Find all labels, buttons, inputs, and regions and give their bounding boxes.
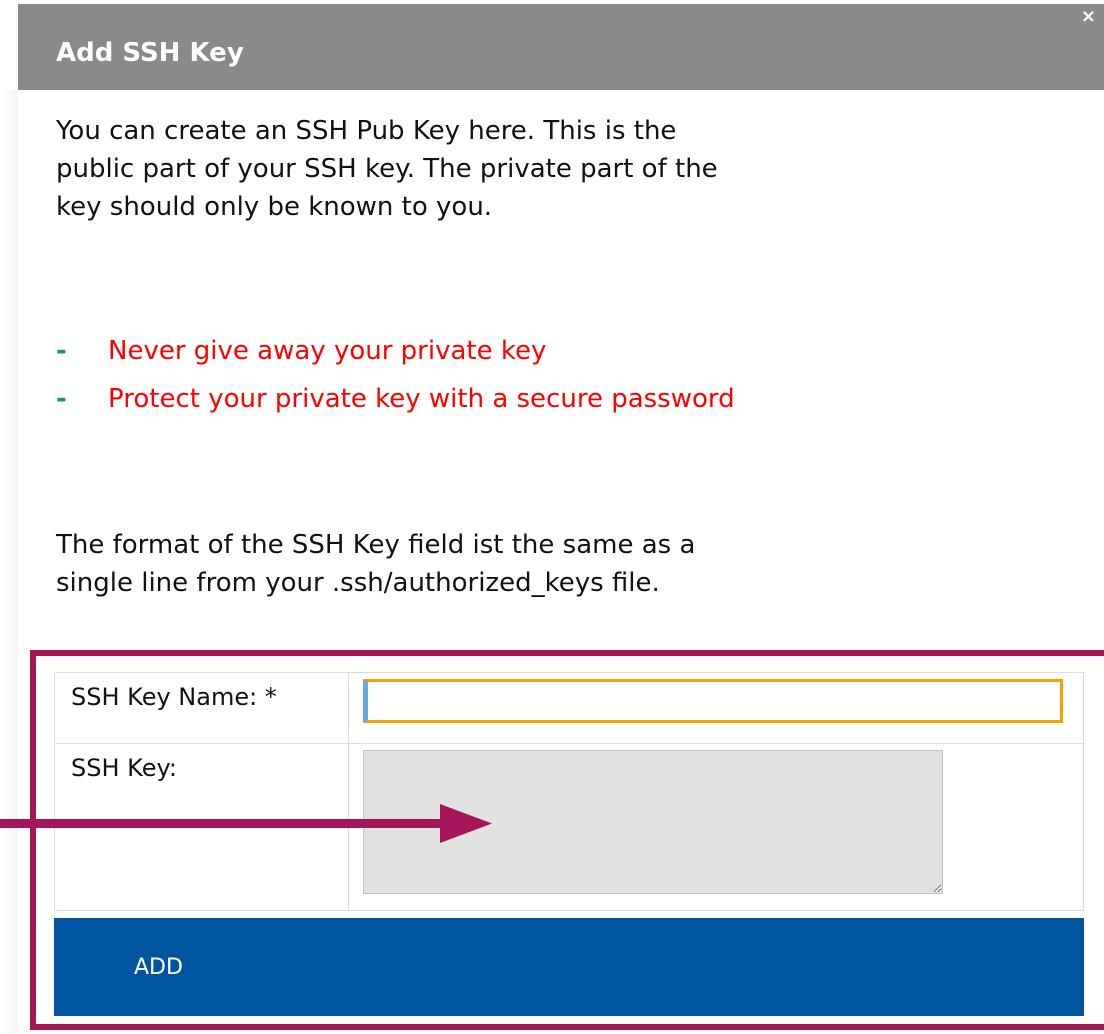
warning-item: - Never give away your private key [56,332,776,370]
dash-bullet-icon: - [56,336,67,366]
warning-item: - Protect your private key with a secure… [56,380,776,418]
warning-text: Protect your private key with a secure p… [108,384,735,414]
format-note: The format of the SSH Key field ist the … [56,530,696,598]
warning-text: Never give away your private key [108,336,547,366]
warning-list: - Never give away your private key - Pro… [56,332,776,428]
dialog-titlebar: Add SSH Key × [18,4,1104,90]
intro-paragraph: You can create an SSH Pub Key here. This… [56,116,718,222]
arrow-right-icon [0,804,492,843]
dialog-title: Add SSH Key [56,38,244,68]
close-icon[interactable]: × [1081,8,1096,26]
dash-bullet-icon: - [56,384,67,414]
dialog-shadow [0,90,18,1034]
add-ssh-key-dialog: Add SSH Key × You can create an SSH Pub … [0,0,1104,1034]
